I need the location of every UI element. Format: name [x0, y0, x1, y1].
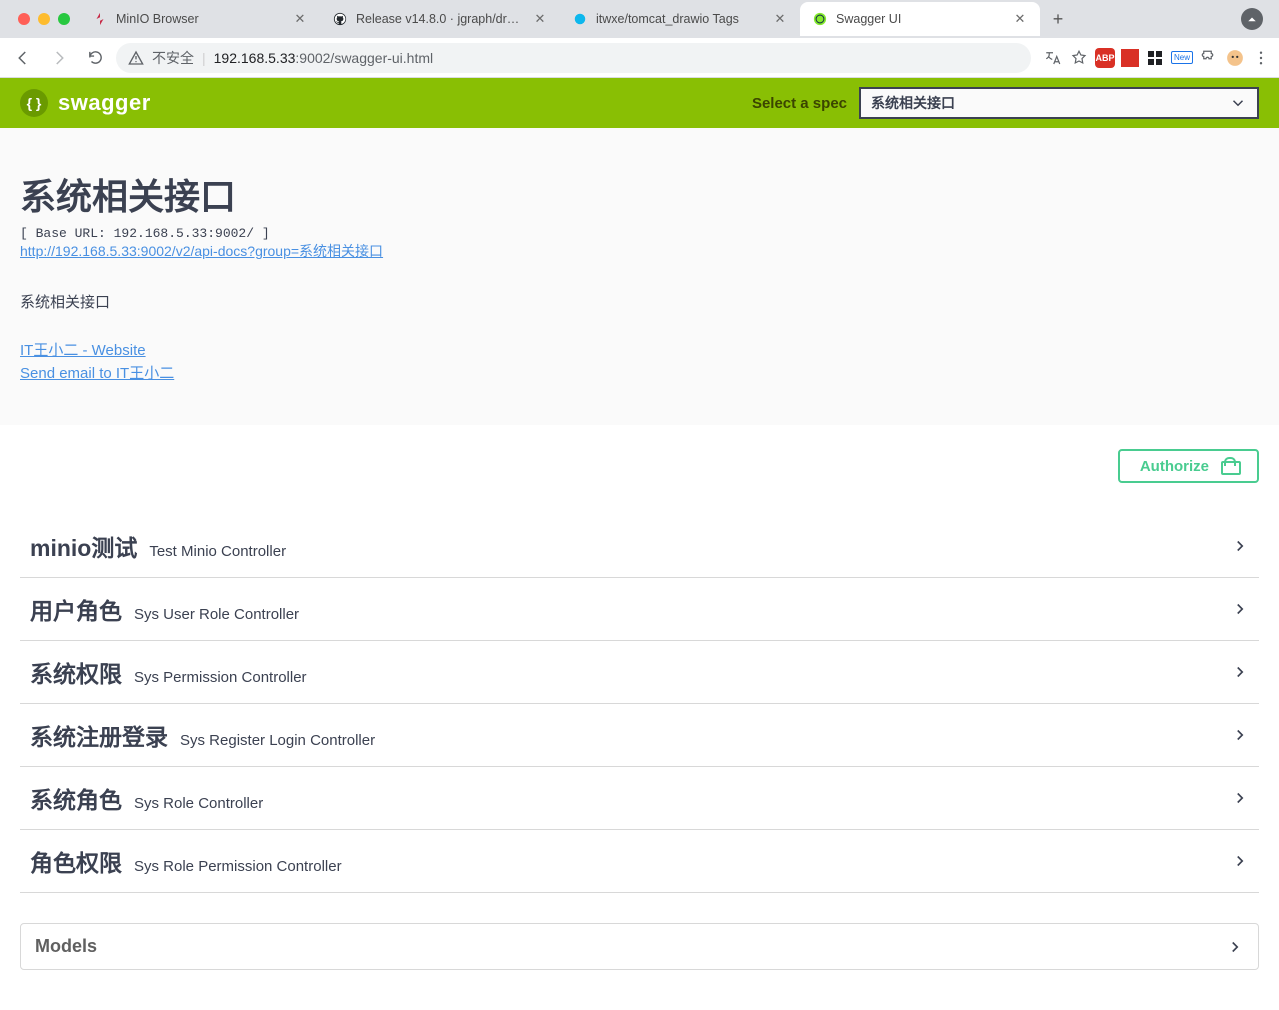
chevron-right-icon	[1231, 663, 1249, 681]
models-title: Models	[35, 936, 97, 957]
tag-name: 用户角色	[30, 592, 122, 626]
tab-title: MinIO Browser	[116, 12, 284, 26]
chrome-menu-button[interactable]	[1251, 48, 1271, 68]
tag-desc: Sys Register Login Controller	[180, 732, 375, 749]
chevron-right-icon	[1231, 600, 1249, 618]
chevron-right-icon	[1231, 537, 1249, 555]
models-section[interactable]: Models	[20, 923, 1259, 970]
operations-list: minio测试 Test Minio Controller 用户角色 Sys U…	[0, 507, 1279, 1010]
reload-button[interactable]	[80, 43, 110, 73]
browser-chrome: MinIO Browser ✕ Release v14.8.0 · jgraph…	[0, 0, 1279, 78]
authorize-button[interactable]: Authorize	[1118, 449, 1259, 483]
forward-button[interactable]	[44, 43, 74, 73]
tag-desc: Sys Permission Controller	[134, 669, 307, 686]
minimize-window-button[interactable]	[38, 13, 50, 25]
tag-name: minio测试	[30, 529, 137, 563]
tag-name: 角色权限	[30, 844, 122, 878]
api-info-section: 系统相关接口 [ Base URL: 192.168.5.33:9002/ ] …	[0, 128, 1279, 425]
tab-minio[interactable]: MinIO Browser ✕	[80, 2, 320, 36]
contact-email-link[interactable]: Send email to IT王小二	[20, 363, 1259, 386]
github-favicon-icon	[332, 11, 348, 27]
swagger-favicon-icon	[812, 11, 828, 27]
tab-strip: MinIO Browser ✕ Release v14.8.0 · jgraph…	[0, 0, 1279, 38]
minio-favicon-icon	[92, 11, 108, 27]
docker-favicon-icon	[572, 11, 588, 27]
spec-selected-value: 系统相关接口	[871, 93, 955, 113]
tab-title: Swagger UI	[836, 12, 1004, 26]
tab-title: Release v14.8.0 · jgraph/drawi	[356, 12, 524, 26]
chevron-right-icon	[1231, 789, 1249, 807]
tab-swagger[interactable]: Swagger UI ✕	[800, 2, 1040, 36]
new-tab-button[interactable]: +	[1044, 5, 1072, 33]
swagger-logo-icon: { }	[20, 89, 48, 117]
close-icon[interactable]: ✕	[532, 11, 548, 27]
maximize-window-button[interactable]	[58, 13, 70, 25]
chevron-right-icon	[1231, 726, 1249, 744]
swagger-topbar: { } swagger Select a spec 系统相关接口	[0, 78, 1279, 128]
unlock-icon	[1221, 457, 1237, 475]
browser-toolbar: 不安全 | 192.168.5.33:9002/swagger-ui.html …	[0, 38, 1279, 78]
extension-avatar-icon[interactable]	[1225, 48, 1245, 68]
tag-desc: Sys User Role Controller	[134, 606, 299, 623]
tab-github[interactable]: Release v14.8.0 · jgraph/drawi ✕	[320, 2, 560, 36]
tag-name: 系统注册登录	[30, 718, 168, 752]
tab-dockerhub[interactable]: itwxe/tomcat_drawio Tags ✕	[560, 2, 800, 36]
base-url: [ Base URL: 192.168.5.33:9002/ ]	[20, 226, 1259, 241]
tag-desc: Sys Role Controller	[134, 795, 263, 812]
chevron-down-icon	[1229, 94, 1247, 112]
authorize-row: Authorize	[0, 425, 1279, 507]
api-title: 系统相关接口	[20, 168, 1259, 220]
api-description: 系统相关接口	[20, 291, 1259, 312]
spec-selector-area: Select a spec 系统相关接口	[752, 87, 1259, 119]
extensions-row: ABP New	[1037, 48, 1271, 68]
tag-section[interactable]: 系统角色 Sys Role Controller	[20, 767, 1259, 830]
window-controls	[8, 13, 80, 25]
address-bar[interactable]: 不安全 | 192.168.5.33:9002/swagger-ui.html	[116, 43, 1031, 73]
spec-selector-label: Select a spec	[752, 95, 847, 112]
profile-button[interactable]	[1241, 8, 1263, 30]
tag-section[interactable]: 系统权限 Sys Permission Controller	[20, 641, 1259, 704]
extensions-puzzle-icon[interactable]	[1199, 48, 1219, 68]
translate-icon[interactable]	[1043, 48, 1063, 68]
url-text: 192.168.5.33:9002/swagger-ui.html	[214, 50, 434, 66]
security-label: 不安全	[152, 48, 194, 68]
authorize-label: Authorize	[1140, 458, 1209, 475]
not-secure-icon	[128, 50, 144, 66]
chevron-right-icon	[1226, 938, 1244, 956]
chevron-right-icon	[1231, 852, 1249, 870]
close-icon[interactable]: ✕	[292, 11, 308, 27]
swagger-wordmark: swagger	[58, 90, 151, 116]
back-button[interactable]	[8, 43, 38, 73]
adblock-extension-icon[interactable]: ABP	[1095, 48, 1115, 68]
tag-section[interactable]: 系统注册登录 Sys Register Login Controller	[20, 704, 1259, 767]
tag-section[interactable]: 用户角色 Sys User Role Controller	[20, 578, 1259, 641]
tag-desc: Sys Role Permission Controller	[134, 858, 342, 875]
extension-red-icon[interactable]	[1121, 49, 1139, 67]
swagger-brand[interactable]: { } swagger	[20, 89, 151, 117]
tag-name: 系统权限	[30, 655, 122, 689]
spec-selector[interactable]: 系统相关接口	[859, 87, 1259, 119]
close-window-button[interactable]	[18, 13, 30, 25]
website-link[interactable]: IT王小二 - Website	[20, 340, 1259, 363]
tag-section[interactable]: 角色权限 Sys Role Permission Controller	[20, 830, 1259, 893]
extension-grid-icon[interactable]	[1145, 48, 1165, 68]
tag-desc: Test Minio Controller	[149, 543, 286, 560]
tab-title: itwxe/tomcat_drawio Tags	[596, 12, 764, 26]
extension-new-badge-icon[interactable]: New	[1171, 51, 1193, 64]
api-docs-link[interactable]: http://192.168.5.33:9002/v2/api-docs?gro…	[20, 243, 383, 259]
close-icon[interactable]: ✕	[772, 11, 788, 27]
close-icon[interactable]: ✕	[1012, 11, 1028, 27]
tag-name: 系统角色	[30, 781, 122, 815]
tag-section[interactable]: minio测试 Test Minio Controller	[20, 515, 1259, 578]
bookmark-star-icon[interactable]	[1069, 48, 1089, 68]
